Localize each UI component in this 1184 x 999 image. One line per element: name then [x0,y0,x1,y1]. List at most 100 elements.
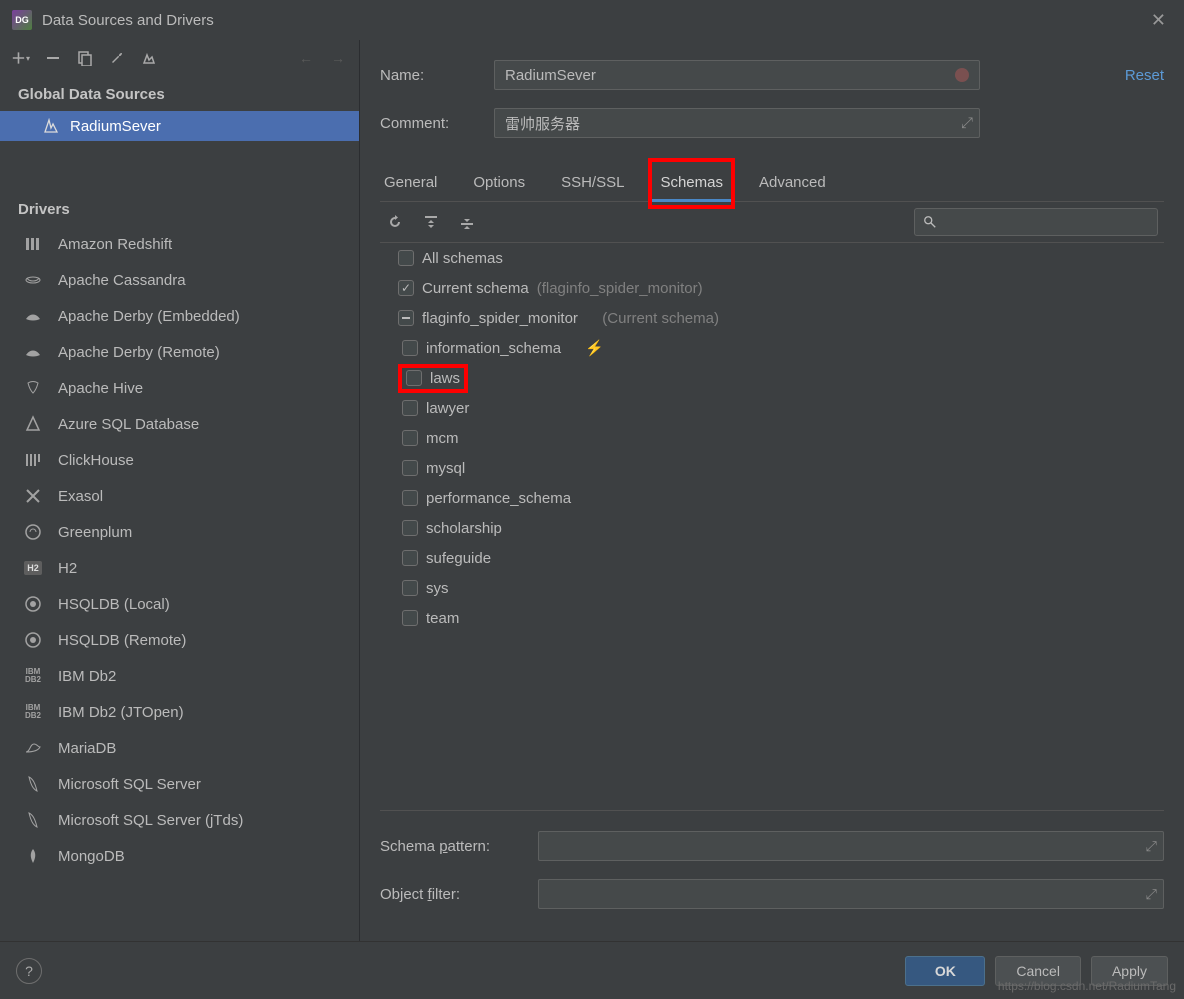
checkbox-icon[interactable] [402,580,418,596]
driver-row[interactable]: MongoDB [0,838,359,874]
expand-icon[interactable]: ⤢ [961,115,973,132]
driver-row[interactable]: Amazon Redshift [0,226,359,262]
remove-icon[interactable] [44,49,62,67]
schema-item[interactable]: mcm [380,423,1164,453]
ok-button[interactable]: OK [905,956,985,986]
driver-row[interactable]: Exasol [0,478,359,514]
checkbox-icon[interactable] [402,340,418,356]
checkbox-icon[interactable] [402,520,418,536]
greenplum-icon [22,521,44,543]
tab-ssh-ssl[interactable]: SSH/SSL [557,166,628,201]
expand-icon[interactable]: ⤢ [1146,886,1157,903]
bottom-fields: Schema pattern: ⤢ Object filter: ⤢ [380,810,1164,941]
expand-icon[interactable]: ⤢ [1146,838,1157,855]
tab-schemas[interactable]: Schemas [656,166,727,201]
refresh-icon[interactable] [386,213,404,231]
schema-item[interactable]: performance_schema [380,483,1164,513]
driver-row[interactable]: IBMDB2IBM Db2 (JTOpen) [0,694,359,730]
titlebar: DG Data Sources and Drivers ✕ [0,0,1184,40]
schema-db[interactable]: flaginfo_spider_monitor (Current schema) [380,303,1164,333]
derby-icon [22,341,44,363]
comment-input[interactable]: 雷帅服务器 ⤢ [494,108,980,138]
schema-item[interactable]: scholarship [380,513,1164,543]
tab-general[interactable]: General [380,166,441,201]
schema-item[interactable]: information_schema ⚡ [380,333,1164,363]
schema-item[interactable]: mysql [380,453,1164,483]
comment-label: Comment: [380,115,486,132]
reset-link[interactable]: Reset [1125,67,1164,84]
name-input[interactable]: RadiumSever [494,60,980,90]
schema-search-input[interactable] [914,208,1158,236]
driver-row[interactable]: H2H2 [0,550,359,586]
driver-row[interactable]: Greenplum [0,514,359,550]
driver-row[interactable]: ClickHouse [0,442,359,478]
schema-item[interactable]: team [380,603,1164,633]
schema-pattern-label: Schema pattern: [380,838,520,855]
sidebar-toolbar: ▾ ← → [0,40,359,76]
forward-icon[interactable]: → [329,49,347,67]
tab-options[interactable]: Options [469,166,529,201]
checkbox-icon[interactable] [398,280,414,296]
driver-row[interactable]: Apache Hive [0,370,359,406]
mariadb-icon [22,737,44,759]
object-filter-label: Object filter: [380,886,520,903]
checkbox-icon[interactable] [402,460,418,476]
schema-item[interactable]: sufeguide [380,543,1164,573]
add-icon[interactable]: ▾ [12,49,30,67]
drivers-list[interactable]: Amazon Redshift Apache Cassandra Apache … [0,226,359,941]
schema-pattern-input[interactable]: ⤢ [538,831,1164,861]
copy-icon[interactable] [76,49,94,67]
schema-all[interactable]: All schemas [380,243,1164,273]
hsqldb-icon [22,629,44,651]
schema-item[interactable]: lawyer [380,393,1164,423]
collapse-all-icon[interactable] [458,213,476,231]
driver-row[interactable]: HSQLDB (Remote) [0,622,359,658]
schema-item-laws[interactable]: laws [380,363,1164,393]
tabs: General Options SSH/SSL Schemas Advanced [380,166,1164,202]
driver-row[interactable]: IBMDB2IBM Db2 [0,658,359,694]
checkbox-icon[interactable] [398,310,414,326]
driver-row[interactable]: MariaDB [0,730,359,766]
checkbox-icon[interactable] [406,370,422,386]
global-sources-header: Global Data Sources [0,76,359,111]
checkbox-icon[interactable] [402,400,418,416]
app-icon: DG [12,10,32,30]
wrench-icon[interactable] [108,49,126,67]
driver-row[interactable]: Azure SQL Database [0,406,359,442]
mongodb-icon [22,845,44,867]
status-dot-icon [955,68,969,82]
schema-current[interactable]: Current schema (flaginfo_spider_monitor) [380,273,1164,303]
tab-advanced[interactable]: Advanced [755,166,830,201]
help-icon[interactable]: ? [16,958,42,984]
back-icon[interactable]: ← [297,49,315,67]
checkbox-icon[interactable] [398,250,414,266]
mssql-icon [22,773,44,795]
driver-row[interactable]: HSQLDB (Local) [0,586,359,622]
driver-row[interactable]: Apache Cassandra [0,262,359,298]
object-filter-input[interactable]: ⤢ [538,879,1164,909]
checkbox-icon[interactable] [402,610,418,626]
schema-tree[interactable]: All schemas Current schema (flaginfo_spi… [380,242,1164,810]
hsqldb-icon [22,593,44,615]
schema-item[interactable]: sys [380,573,1164,603]
redshift-icon [22,233,44,255]
clickhouse-icon [22,449,44,471]
cassandra-icon [22,269,44,291]
window-title: Data Sources and Drivers [42,12,214,29]
goto-icon[interactable] [140,49,158,67]
driver-row[interactable]: Apache Derby (Embedded) [0,298,359,334]
driver-row[interactable]: Microsoft SQL Server (jTds) [0,802,359,838]
datasource-label: RadiumSever [70,118,161,135]
checkbox-icon[interactable] [402,430,418,446]
watermark: https://blog.csdn.net/RadiumTang [998,979,1176,993]
driver-row[interactable]: Apache Derby (Remote) [0,334,359,370]
driver-row[interactable]: Microsoft SQL Server [0,766,359,802]
checkbox-icon[interactable] [402,550,418,566]
close-icon[interactable]: ✕ [1145,10,1172,31]
checkbox-icon[interactable] [402,490,418,506]
derby-icon [22,305,44,327]
search-icon [923,215,937,229]
expand-all-icon[interactable] [422,213,440,231]
h2-icon: H2 [22,557,44,579]
datasource-item[interactable]: RadiumSever [0,111,359,141]
